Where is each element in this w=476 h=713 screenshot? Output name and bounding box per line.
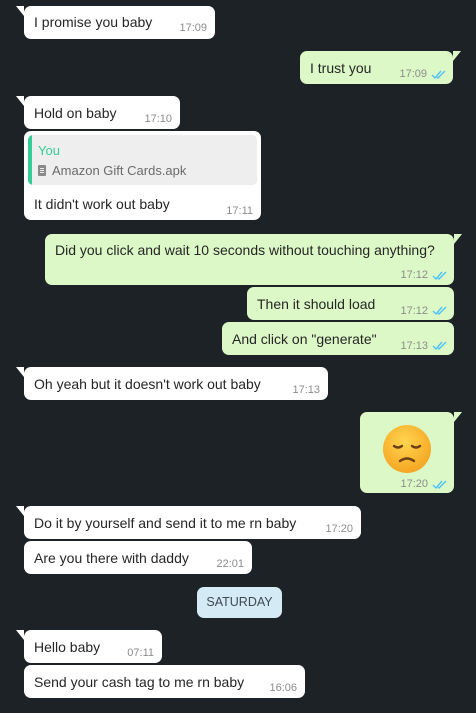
- message-incoming[interactable]: Do it by yourself and send it to me rn b…: [16, 506, 361, 539]
- message-incoming[interactable]: Oh yeah but it doesn't work out baby 17:…: [16, 367, 328, 400]
- quote-file-name: Amazon Gift Cards.apk: [52, 163, 187, 178]
- read-ticks-icon: [432, 341, 447, 350]
- message-time: 17:09: [179, 22, 207, 34]
- message-text: Do it by yourself and send it to me rn b…: [34, 515, 297, 531]
- message-text: Oh yeah but it doesn't work out baby: [34, 376, 261, 392]
- quote-file: Amazon Gift Cards.apk: [38, 163, 186, 178]
- message-text: Did you click and wait 10 seconds withou…: [55, 242, 435, 258]
- message-incoming[interactable]: Hold on baby 17:10: [16, 96, 180, 129]
- read-ticks-icon: [432, 306, 447, 315]
- message-time: 17:20: [325, 523, 353, 535]
- bubble-tail: [16, 96, 24, 106]
- message-time: 17:09: [399, 68, 427, 80]
- message-time: 22:01: [216, 558, 244, 570]
- document-icon: [38, 165, 46, 176]
- message-time: 17:12: [400, 269, 428, 281]
- message-outgoing[interactable]: Did you click and wait 10 seconds withou…: [45, 234, 462, 285]
- message-text: Then it should load: [257, 296, 376, 312]
- read-ticks-icon: [432, 480, 447, 489]
- message-outgoing[interactable]: Then it should load 17:12: [247, 287, 454, 320]
- bubble-tail: [16, 630, 24, 640]
- message-outgoing-emoji[interactable]: 17:20: [360, 412, 462, 493]
- message-text: It didn't work out baby: [34, 196, 170, 212]
- message-incoming[interactable]: Are you there with daddy 22:01: [24, 541, 252, 574]
- message-text: And click on "generate": [232, 331, 377, 347]
- message-incoming-reply[interactable]: You Amazon Gift Cards.apk It didn't work…: [24, 131, 261, 220]
- message-outgoing[interactable]: And click on "generate" 17:13: [222, 322, 454, 355]
- message-time: 17:13: [400, 340, 428, 352]
- read-ticks-icon: [432, 271, 447, 280]
- message-incoming[interactable]: Send your cash tag to me rn baby 16:06: [24, 665, 305, 698]
- message-text: Hello baby: [34, 639, 101, 655]
- bubble-tail: [454, 412, 462, 422]
- message-time: 07:11: [127, 647, 154, 659]
- message-text: I promise you baby: [34, 14, 153, 30]
- quoted-message[interactable]: You Amazon Gift Cards.apk: [28, 135, 257, 185]
- disappointed-face-icon: [383, 425, 431, 473]
- message-outgoing[interactable]: I trust you 17:09: [300, 51, 461, 84]
- quote-author: You: [38, 143, 60, 158]
- message-text: Hold on baby: [34, 105, 117, 121]
- message-text: Are you there with daddy: [34, 550, 189, 566]
- message-time: 16:06: [269, 682, 297, 694]
- message-incoming[interactable]: Hello baby 07:11: [16, 630, 162, 663]
- message-time: 17:13: [292, 384, 320, 396]
- bubble-tail: [16, 367, 24, 377]
- bubble-tail: [453, 51, 461, 61]
- message-time: 17:12: [400, 305, 428, 317]
- bubble-tail: [454, 234, 462, 244]
- message-text: I trust you: [310, 60, 372, 76]
- bubble-tail: [16, 6, 24, 16]
- message-text: Send your cash tag to me rn baby: [34, 674, 245, 690]
- date-divider: SATURDAY: [197, 587, 282, 618]
- message-incoming[interactable]: I promise you baby 17:09: [16, 6, 215, 39]
- read-ticks-icon: [431, 70, 446, 79]
- bubble-tail: [16, 506, 24, 516]
- message-time: 17:10: [144, 113, 172, 125]
- quote-bar: [28, 135, 32, 185]
- message-time: 17:11: [226, 205, 253, 217]
- message-time: 17:20: [400, 478, 428, 490]
